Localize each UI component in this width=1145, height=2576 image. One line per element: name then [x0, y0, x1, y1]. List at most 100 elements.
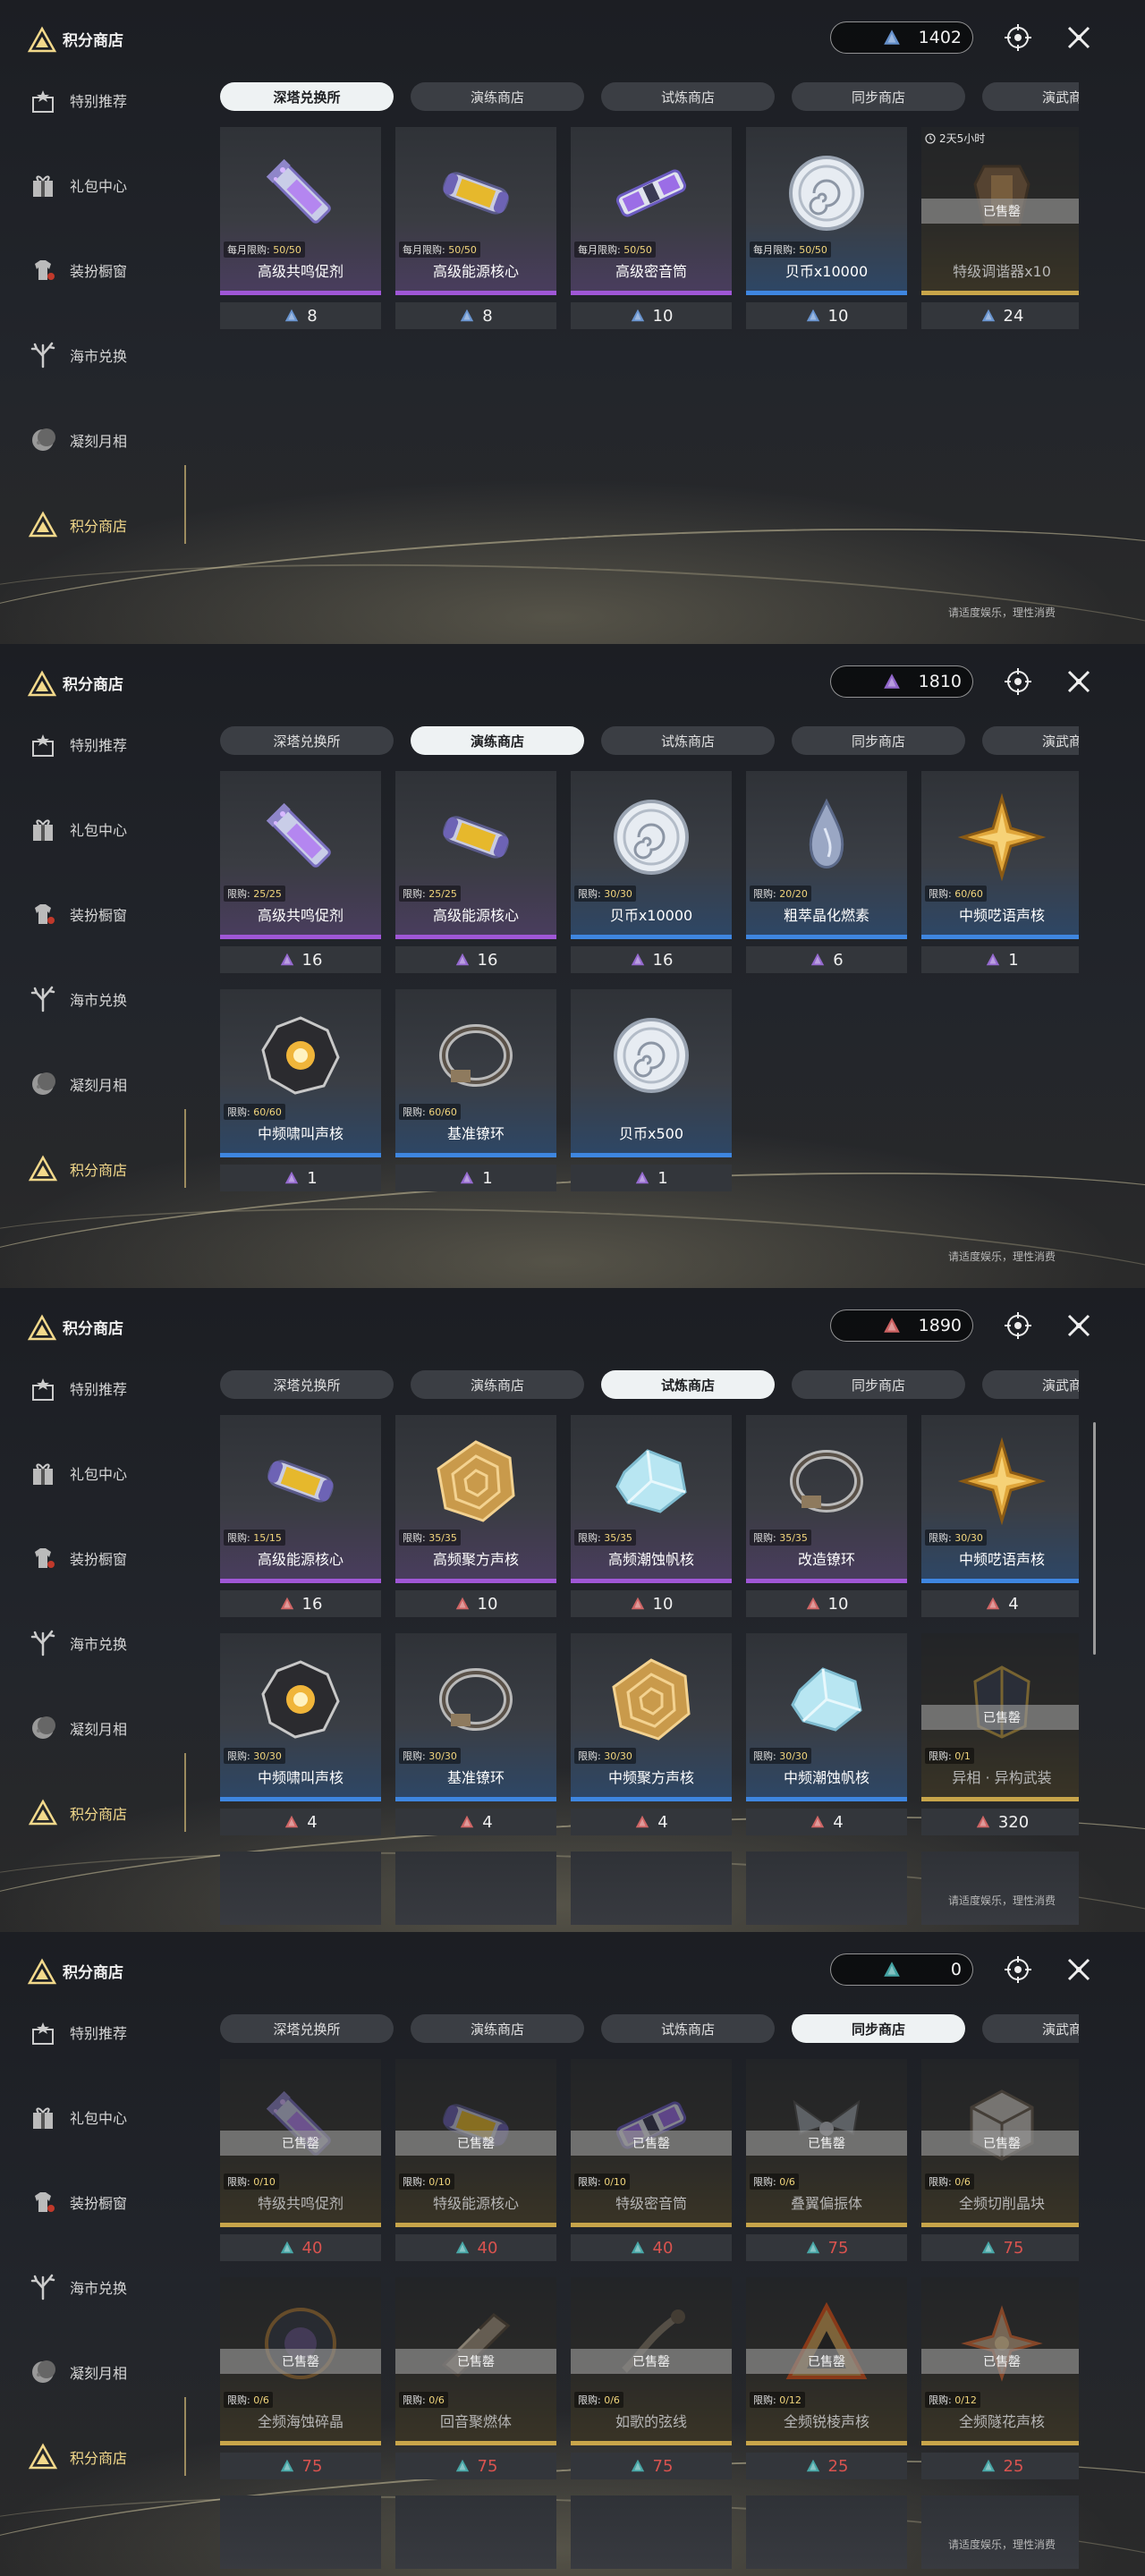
- shop-item-card[interactable]: 已售罄 限购: 0/12 全频隧花声核 25: [921, 2277, 1079, 2479]
- sidebar-item[interactable]: 特别推荐: [27, 2012, 197, 2052]
- sidebar-item[interactable]: 凝刻月相: [27, 2352, 197, 2392]
- shop-item-card[interactable]: 每月限购: 50/50 高级共鸣促剂 8: [220, 127, 381, 329]
- tab-shop[interactable]: 演练商店: [411, 82, 584, 111]
- shop-item-card[interactable]: 限购: 30/30 中频啸叫声核 4: [220, 1633, 381, 1835]
- sidebar-item[interactable]: 特别推荐: [27, 1368, 197, 1408]
- close-icon[interactable]: [1064, 667, 1093, 696]
- shop-item-card[interactable]: 限购: 25/25 高级共鸣促剂 16: [220, 771, 381, 973]
- tab-shop[interactable]: 演练商店: [411, 2014, 584, 2043]
- sidebar-item[interactable]: 礼包中心: [27, 2097, 197, 2137]
- shop-item-card-partial[interactable]: [395, 1852, 556, 1925]
- shop-item-card[interactable]: 每月限购: 50/50 高级能源核心 8: [395, 127, 556, 329]
- shop-item-card-partial[interactable]: [220, 1852, 381, 1925]
- shop-item-card-partial[interactable]: [746, 1852, 907, 1925]
- shop-item-card[interactable]: 每月限购: 50/50 高级密音筒 10: [571, 127, 732, 329]
- tab-shop[interactable]: 同步商店: [792, 726, 965, 755]
- shop-item-card[interactable]: 已售罄 限购: 0/6 如歌的弦线 75: [571, 2277, 732, 2479]
- sidebar-item[interactable]: 礼包中心: [27, 165, 197, 205]
- sidebar-item[interactable]: 海市兑换: [27, 335, 197, 375]
- tab-shop[interactable]: 同步商店: [792, 82, 965, 111]
- shop-item-card-partial[interactable]: [395, 2496, 556, 2569]
- close-icon[interactable]: [1064, 1955, 1093, 1984]
- gift-box-icon: [27, 813, 59, 845]
- shop-item-card-partial[interactable]: [571, 2496, 732, 2569]
- shop-item-card[interactable]: 限购: 15/15 高级能源核心 16: [220, 1415, 381, 1617]
- shop-item-card[interactable]: 限购: 30/30 基准镣环 4: [395, 1633, 556, 1835]
- shop-item-card[interactable]: 限购: 60/60 中频啸叫声核 1: [220, 989, 381, 1191]
- sidebar-item[interactable]: 礼包中心: [27, 809, 197, 849]
- sidebar-item[interactable]: 凝刻月相: [27, 1064, 197, 1104]
- scrollbar[interactable]: [1093, 1422, 1096, 1655]
- shop-item-card-partial[interactable]: [921, 2496, 1079, 2569]
- shop-item-card[interactable]: 限购: 20/20 粗萃晶化燃素 6: [746, 771, 907, 973]
- sidebar-item[interactable]: 特别推荐: [27, 80, 197, 120]
- shop-item-card[interactable]: 已售罄 限购: 0/1 异相 · 异构武装 320: [921, 1633, 1079, 1835]
- shop-item-card-partial[interactable]: [921, 1852, 1079, 1925]
- shop-item-card[interactable]: 限购: 30/30 中频聚方声核 4: [571, 1633, 732, 1835]
- shop-item-card[interactable]: 限购: 35/35 改造镣环 10: [746, 1415, 907, 1617]
- close-icon[interactable]: [1064, 23, 1093, 52]
- shop-item-card[interactable]: 已售罄 限购: 0/6 全频切削晶块 75: [921, 2059, 1079, 2261]
- price-value: 8: [482, 306, 493, 326]
- sidebar-item[interactable]: 积分商店: [27, 505, 197, 545]
- sidebar-item[interactable]: 海市兑换: [27, 1623, 197, 1663]
- tab-shop[interactable]: 试炼商店: [601, 1370, 775, 1399]
- purchase-limit: 限购: 35/35: [574, 1530, 636, 1546]
- shop-item-card[interactable]: 已售罄 限购: 0/10 特级共鸣促剂 40: [220, 2059, 381, 2261]
- sidebar-item[interactable]: 特别推荐: [27, 724, 197, 764]
- shop-item-card-partial[interactable]: [220, 2496, 381, 2569]
- sidebar-item[interactable]: 积分商店: [27, 1793, 197, 1833]
- shop-item-card[interactable]: 贝币x500 1: [571, 989, 732, 1191]
- shop-item-card[interactable]: 已售罄 限购: 0/6 叠翼偏振体 75: [746, 2059, 907, 2261]
- sidebar-item[interactable]: 装扮橱窗: [27, 894, 197, 934]
- sidebar-item[interactable]: 积分商店: [27, 1149, 197, 1189]
- shop-item-card[interactable]: 已售罄 限购: 0/12 全频锐棱声核 25: [746, 2277, 907, 2479]
- shop-item-card[interactable]: 已售罄 限购: 0/10 特级能源核心 40: [395, 2059, 556, 2261]
- tab-shop[interactable]: 试炼商店: [601, 2014, 775, 2043]
- tab-shop[interactable]: 同步商店: [792, 1370, 965, 1399]
- target-icon[interactable]: [1004, 1955, 1032, 1984]
- shop-item-card[interactable]: 限购: 30/30 中频潮蚀帆核 4: [746, 1633, 907, 1835]
- tab-shop[interactable]: 演武商店: [982, 1370, 1079, 1399]
- shop-item-card[interactable]: 限购: 30/30 中频呓语声核 4: [921, 1415, 1079, 1617]
- price-value: 75: [477, 2456, 498, 2476]
- shop-item-card[interactable]: 限购: 60/60 中频呓语声核 1: [921, 771, 1079, 973]
- sidebar-item[interactable]: 海市兑换: [27, 2267, 197, 2307]
- shop-item-card[interactable]: 已售罄 限购: 0/6 回音聚燃体 75: [395, 2277, 556, 2479]
- tab-shop[interactable]: 演武商店: [982, 726, 1079, 755]
- shop-item-card[interactable]: 每月限购: 50/50 贝币x10000 10: [746, 127, 907, 329]
- tab-shop[interactable]: 深塔兑换所: [220, 82, 394, 111]
- sidebar-item[interactable]: 装扮橱窗: [27, 2182, 197, 2222]
- tab-shop[interactable]: 深塔兑换所: [220, 1370, 394, 1399]
- sidebar-item[interactable]: 礼包中心: [27, 1453, 197, 1493]
- sidebar-item[interactable]: 海市兑换: [27, 979, 197, 1019]
- target-icon[interactable]: [1004, 23, 1032, 52]
- sidebar-item[interactable]: 凝刻月相: [27, 420, 197, 460]
- shop-item-card[interactable]: 限购: 60/60 基准镣环 1: [395, 989, 556, 1191]
- shop-item-card-partial[interactable]: [571, 1852, 732, 1925]
- tab-shop[interactable]: 演练商店: [411, 726, 584, 755]
- tab-shop[interactable]: 演武商店: [982, 82, 1079, 111]
- target-icon[interactable]: [1004, 1311, 1032, 1340]
- shop-item-card[interactable]: 限购: 35/35 高频潮蚀帆核 10: [571, 1415, 732, 1617]
- tab-shop[interactable]: 深塔兑换所: [220, 2014, 394, 2043]
- sidebar-item[interactable]: 凝刻月相: [27, 1708, 197, 1748]
- shop-item-card[interactable]: 限购: 35/35 高频聚方声核 10: [395, 1415, 556, 1617]
- shop-item-card-partial[interactable]: [746, 2496, 907, 2569]
- shop-item-card[interactable]: 2天5小时 已售罄 特级调谐器x10 24: [921, 127, 1079, 329]
- tab-shop[interactable]: 试炼商店: [601, 82, 775, 111]
- tab-shop[interactable]: 试炼商店: [601, 726, 775, 755]
- target-icon[interactable]: [1004, 667, 1032, 696]
- shop-item-card[interactable]: 已售罄 限购: 0/6 全频海蚀碎晶 75: [220, 2277, 381, 2479]
- sidebar-item[interactable]: 装扮橱窗: [27, 250, 197, 290]
- tab-shop[interactable]: 深塔兑换所: [220, 726, 394, 755]
- shop-item-card[interactable]: 限购: 30/30 贝币x10000 16: [571, 771, 732, 973]
- sidebar-item[interactable]: 装扮橱窗: [27, 1538, 197, 1578]
- tab-shop[interactable]: 演练商店: [411, 1370, 584, 1399]
- close-icon[interactable]: [1064, 1311, 1093, 1340]
- shop-item-card[interactable]: 限购: 25/25 高级能源核心 16: [395, 771, 556, 973]
- sidebar-item[interactable]: 积分商店: [27, 2437, 197, 2477]
- tab-shop[interactable]: 演武商店: [982, 2014, 1079, 2043]
- tab-shop[interactable]: 同步商店: [792, 2014, 965, 2043]
- shop-item-card[interactable]: 已售罄 限购: 0/10 特级密音筒 40: [571, 2059, 732, 2261]
